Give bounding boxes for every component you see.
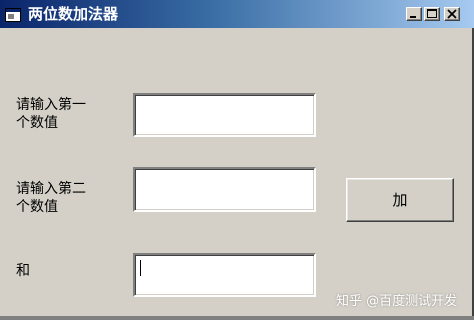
second-number-input[interactable] <box>133 167 316 212</box>
sum-output-field[interactable] <box>133 253 316 297</box>
app-window: 两位数加法器 请输入第一 个数值 请输入第二 个数值 加 和 知乎 @百度测试开… <box>0 0 474 320</box>
title-bar[interactable]: 两位数加法器 <box>0 0 474 28</box>
second-number-label: 请输入第二 个数值 <box>16 180 86 216</box>
watermark: 知乎 @百度测试开发 <box>336 294 458 309</box>
minimize-icon <box>410 16 416 18</box>
first-number-label: 请输入第一 个数值 <box>16 96 86 132</box>
text-cursor <box>140 260 141 276</box>
second-number-label-line1: 请输入第二 <box>16 181 86 197</box>
minimize-button[interactable] <box>406 7 422 21</box>
first-number-label-line1: 请输入第一 <box>16 97 86 113</box>
maximize-button[interactable] <box>424 7 440 21</box>
maximize-icon <box>427 9 437 18</box>
first-number-label-line2: 个数值 <box>16 115 58 131</box>
close-button[interactable] <box>444 7 460 21</box>
close-icon <box>447 9 457 19</box>
first-number-input[interactable] <box>133 93 316 137</box>
window-title: 两位数加法器 <box>28 5 119 23</box>
add-button[interactable]: 加 <box>346 178 454 222</box>
sum-label: 和 <box>16 263 30 279</box>
window-bottom-edge <box>0 316 474 320</box>
app-window-icon[interactable] <box>5 7 21 22</box>
second-number-label-line2: 个数值 <box>16 199 58 215</box>
